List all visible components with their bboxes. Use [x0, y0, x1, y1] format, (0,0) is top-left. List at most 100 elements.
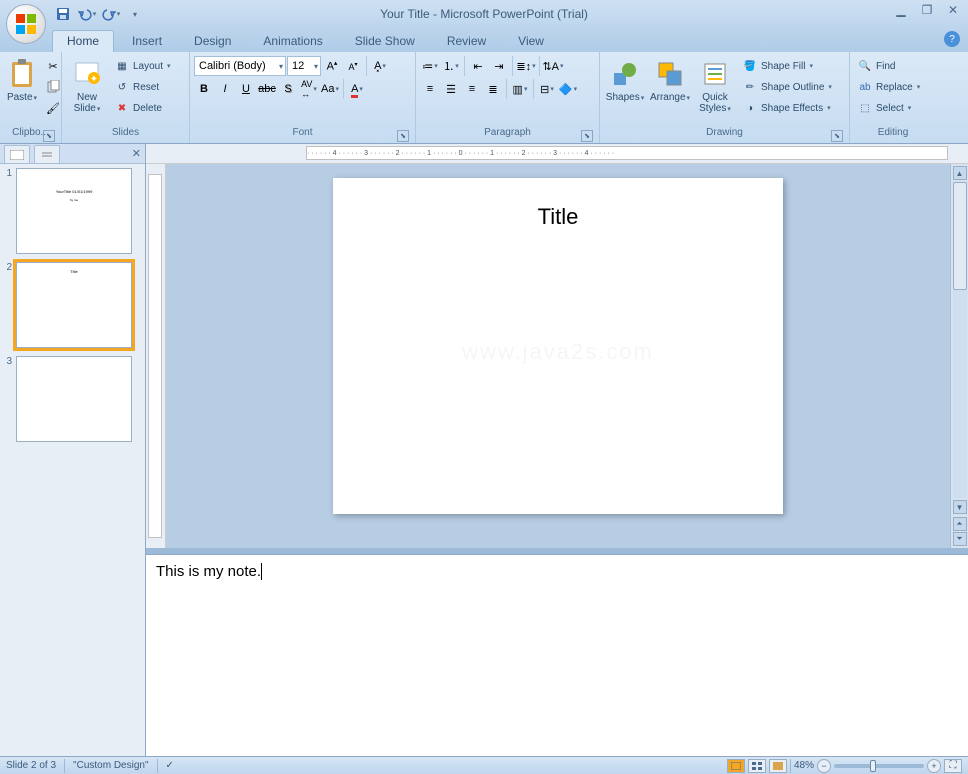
- slideshow-view-button[interactable]: [769, 759, 787, 773]
- restore-button[interactable]: ❐: [916, 2, 938, 18]
- zoom-out-button[interactable]: −: [817, 759, 831, 773]
- vertical-scrollbar[interactable]: ▲ ▼ ⏶ ⏷: [950, 164, 968, 548]
- align-left-icon: ≡: [427, 83, 433, 95]
- bold-button[interactable]: B: [194, 79, 214, 99]
- thumbnail-slide-1[interactable]: YourTitle 01/01/1999 by me: [16, 168, 132, 254]
- notes-pane[interactable]: This is my note.: [146, 554, 968, 756]
- paragraph-dialog-launcher[interactable]: ⬊: [581, 130, 593, 142]
- underline-button[interactable]: U: [236, 79, 256, 99]
- minimize-button[interactable]: ▁: [890, 2, 912, 18]
- cut-button[interactable]: ✂: [43, 56, 63, 76]
- design-name[interactable]: "Custom Design": [73, 760, 148, 771]
- align-left-button[interactable]: ≡: [420, 79, 440, 99]
- office-button[interactable]: [6, 4, 46, 44]
- strikethrough-button[interactable]: abc: [257, 79, 277, 99]
- thumbnail-slide-2[interactable]: Title: [16, 262, 132, 348]
- quick-styles-button[interactable]: Quick Styles: [694, 56, 736, 117]
- bullets-button[interactable]: ≔: [420, 56, 440, 76]
- increase-indent-button[interactable]: ⇥: [489, 56, 509, 76]
- fit-window-button[interactable]: ⛶: [944, 759, 962, 773]
- align-text-button[interactable]: ⊟: [537, 79, 557, 99]
- format-painter-button[interactable]: 🖌: [43, 98, 63, 118]
- find-button[interactable]: 🔍Find: [854, 56, 932, 76]
- char-spacing-button[interactable]: AV↔: [299, 79, 319, 99]
- clipboard-dialog-launcher[interactable]: ⬊: [43, 130, 55, 142]
- slide-counter[interactable]: Slide 2 of 3: [6, 760, 56, 771]
- vertical-ruler[interactable]: [146, 164, 166, 548]
- select-button[interactable]: ⬚Select: [854, 98, 932, 118]
- shadow-button[interactable]: S: [278, 79, 298, 99]
- line-spacing-button[interactable]: ≣↕: [516, 56, 536, 76]
- paste-button[interactable]: Paste: [4, 56, 40, 106]
- tab-view[interactable]: View: [504, 31, 558, 52]
- shape-fill-button[interactable]: 🪣Shape Fill: [739, 56, 839, 76]
- horizontal-ruler[interactable]: · · · · · · 4 · · · · · · 3 · · · · · · …: [146, 144, 968, 164]
- sorter-view-button[interactable]: [748, 759, 766, 773]
- align-center-button[interactable]: ☰: [441, 79, 461, 99]
- text-direction-button[interactable]: ⇅A: [543, 56, 563, 76]
- justify-button[interactable]: ≣: [483, 79, 503, 99]
- shape-effects-button[interactable]: ◑Shape Effects: [739, 98, 839, 118]
- prev-slide-button[interactable]: ⏶: [953, 517, 967, 531]
- shrink-font-button[interactable]: A▾: [343, 56, 363, 76]
- font-dialog-launcher[interactable]: ⬊: [397, 130, 409, 142]
- tab-design[interactable]: Design: [180, 31, 245, 52]
- delete-slide-button[interactable]: ✖Delete: [111, 98, 174, 118]
- tab-review[interactable]: Review: [433, 31, 500, 52]
- undo-button[interactable]: [76, 3, 98, 25]
- close-button[interactable]: ✕: [942, 2, 964, 18]
- smartart-button[interactable]: 🔷: [558, 79, 578, 99]
- quickstyles-icon: [699, 58, 731, 90]
- scroll-up-button[interactable]: ▲: [953, 166, 967, 180]
- close-pane-button[interactable]: ✕: [132, 147, 141, 160]
- slide-canvas[interactable]: Title www.java2s.com: [333, 178, 783, 514]
- align-right-button[interactable]: ≡: [462, 79, 482, 99]
- fill-icon: 🪣: [742, 58, 758, 74]
- scroll-thumb[interactable]: [953, 182, 967, 290]
- shape-outline-button[interactable]: ✏Shape Outline: [739, 77, 839, 97]
- drawing-dialog-launcher[interactable]: ⬊: [831, 130, 843, 142]
- status-bar: Slide 2 of 3 "Custom Design" ✓ 48% − + ⛶: [0, 756, 968, 774]
- redo-button[interactable]: [100, 3, 122, 25]
- tab-slideshow[interactable]: Slide Show: [341, 31, 429, 52]
- shapes-button[interactable]: Shapes: [604, 56, 646, 106]
- thumbnail-slide-3[interactable]: [16, 356, 132, 442]
- scroll-down-button[interactable]: ▼: [953, 500, 967, 514]
- reset-button[interactable]: ↺Reset: [111, 77, 174, 97]
- zoom-slider[interactable]: [834, 764, 924, 768]
- slides-tab[interactable]: [4, 145, 30, 163]
- numbering-button[interactable]: ⒈: [441, 56, 461, 76]
- columns-button[interactable]: ▥: [510, 79, 530, 99]
- copy-button[interactable]: [43, 77, 63, 97]
- qat-customize[interactable]: ▾: [124, 3, 146, 25]
- slide-title[interactable]: Title: [333, 204, 783, 230]
- font-size-combo[interactable]: 12: [287, 56, 321, 76]
- tab-insert[interactable]: Insert: [118, 31, 176, 52]
- decrease-indent-button[interactable]: ⇤: [468, 56, 488, 76]
- help-button[interactable]: ?: [944, 31, 960, 47]
- notes-text: This is my note.: [156, 563, 261, 580]
- clear-formatting-button[interactable]: A͓: [370, 56, 390, 76]
- normal-view-button[interactable]: [727, 759, 745, 773]
- grow-font-button[interactable]: A▴: [322, 56, 342, 76]
- scroll-track[interactable]: [953, 182, 967, 498]
- outline-tab[interactable]: [34, 145, 60, 163]
- font-family-combo[interactable]: Calibri (Body): [194, 56, 286, 76]
- zoom-slider-thumb[interactable]: [870, 760, 876, 772]
- spellcheck-icon[interactable]: ✓: [166, 760, 174, 771]
- tab-animations[interactable]: Animations: [249, 31, 336, 52]
- arrange-icon: [654, 58, 686, 90]
- tab-home[interactable]: Home: [52, 30, 114, 52]
- new-slide-button[interactable]: ✦ New Slide: [66, 56, 108, 117]
- arrange-button[interactable]: Arrange: [649, 56, 691, 106]
- italic-button[interactable]: I: [215, 79, 235, 99]
- layout-button[interactable]: ▦Layout: [111, 56, 174, 76]
- next-slide-button[interactable]: ⏷: [953, 532, 967, 546]
- save-button[interactable]: [52, 3, 74, 25]
- replace-button[interactable]: abReplace: [854, 77, 932, 97]
- zoom-percent[interactable]: 48%: [794, 760, 814, 771]
- font-color-button[interactable]: A: [347, 79, 367, 99]
- slide-canvas-area[interactable]: Title www.java2s.com: [166, 164, 950, 548]
- zoom-in-button[interactable]: +: [927, 759, 941, 773]
- change-case-button[interactable]: Aa: [320, 79, 340, 99]
